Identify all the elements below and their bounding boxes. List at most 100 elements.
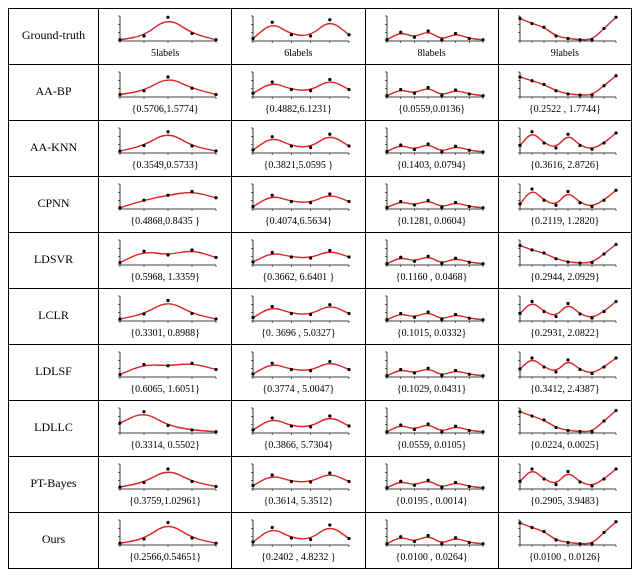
sparkline: [243, 517, 353, 551]
chart-cell: 5labels: [99, 9, 232, 65]
sparkline: [377, 125, 487, 159]
cell-caption: {0.3662, 6.6401 }: [262, 273, 334, 283]
sparkline: [110, 125, 220, 159]
sparkline: [377, 461, 487, 495]
sparkline: [510, 293, 620, 327]
cell-caption: {0.2944, 2.0929}: [530, 273, 600, 283]
chart-cell: {0.0100 , 0.0126}: [498, 513, 631, 569]
cell-caption: {0.0100 , 0.0264}: [396, 553, 468, 563]
sparkline: [243, 125, 353, 159]
cell-caption: {0.4882,6.1231}: [265, 105, 332, 115]
cell-caption: {0.2931, 2.0822}: [530, 329, 600, 339]
cell-caption: {0.3616, 2.8726}: [530, 161, 600, 171]
sparkline: [377, 349, 487, 383]
table-row: LDLSF {0.6065, 1.6051} {0.3774 , 5.0047}…: [9, 345, 632, 401]
sparkline: [110, 293, 220, 327]
sparkline: [110, 517, 220, 551]
sparkline: [243, 181, 353, 215]
cell-caption: {0.0559,0.0136}: [398, 105, 465, 115]
cell-caption: {0.1403, 0.0794}: [397, 161, 467, 171]
chart-cell: {0.3614, 5.3512}: [232, 457, 365, 513]
sparkline: [110, 461, 220, 495]
sparkline: [377, 517, 487, 551]
chart-cell: {0.0559,0.0136}: [365, 65, 498, 121]
row-header: LDLLC: [9, 401, 99, 457]
chart-cell: {0.1403, 0.0794}: [365, 121, 498, 177]
chart-cell: {0.5706,1.5774}: [99, 65, 232, 121]
cell-caption: {0.4868,0.8435 }: [130, 217, 200, 227]
table-row: AA-KNN {0.3549,0.5733} {0.3821,5.0595 } …: [9, 121, 632, 177]
chart-cell: {0.3866, 5.7304}: [232, 401, 365, 457]
cell-caption: {0.3301, 0.8988}: [130, 329, 200, 339]
cell-caption: {0.2119, 1.2820}: [530, 217, 599, 227]
chart-cell: {0.1029, 0.0431}: [365, 345, 498, 401]
chart-cell: {0.3412, 2.4387}: [498, 345, 631, 401]
chart-cell: {0.2402 , 4.8232 }: [232, 513, 365, 569]
chart-cell: {0.0559, 0.0105}: [365, 401, 498, 457]
row-header: Ground-truth: [9, 9, 99, 65]
row-header: LDSVR: [9, 233, 99, 289]
sparkline: [110, 405, 220, 439]
cell-caption: {0.6065, 1.6051}: [130, 385, 200, 395]
table-row: LDSVR {0.5968, 1.3359} {0.3662, 6.6401 }…: [9, 233, 632, 289]
cell-caption: {0.2566,0.54651}: [129, 553, 201, 563]
cell-caption: {0.1281, 0.0604}: [397, 217, 467, 227]
cell-caption: {0.0559, 0.0105}: [397, 441, 467, 451]
chart-cell: {0.5968, 1.3359}: [99, 233, 232, 289]
sparkline: [510, 461, 620, 495]
sparkline: [377, 237, 487, 271]
chart-cell: {0.3774 , 5.0047}: [232, 345, 365, 401]
table-row: Ours {0.2566,0.54651} {0.2402 , 4.8232 }…: [9, 513, 632, 569]
sparkline: [243, 293, 353, 327]
chart-cell: {0.6065, 1.6051}: [99, 345, 232, 401]
row-header: Ours: [9, 513, 99, 569]
cell-caption: {0.0195 , 0.0014}: [396, 497, 468, 507]
chart-cell: {0.1281, 0.0604}: [365, 177, 498, 233]
sparkline: [243, 13, 353, 47]
sparkline: [510, 181, 620, 215]
sparkline: [110, 349, 220, 383]
table-row: LCLR {0.3301, 0.8988} {0. 3696 , 5.0327}…: [9, 289, 632, 345]
sparkline: [377, 13, 487, 47]
row-header: CPNN: [9, 177, 99, 233]
chart-cell: {0.2944, 2.0929}: [498, 233, 631, 289]
sparkline: [510, 349, 620, 383]
row-header: AA-KNN: [9, 121, 99, 177]
sparkline: [110, 237, 220, 271]
chart-cell: 8labels: [365, 9, 498, 65]
chart-cell: 9labels: [498, 9, 631, 65]
sparkline: [377, 293, 487, 327]
chart-cell: 6labels: [232, 9, 365, 65]
chart-cell: {0.0195 , 0.0014}: [365, 457, 498, 513]
chart-cell: {0.3759,1.02961}: [99, 457, 232, 513]
chart-cell: {0.2566,0.54651}: [99, 513, 232, 569]
chart-cell: {0.4074,6.5634}: [232, 177, 365, 233]
cell-caption: {0.2402 , 4.8232 }: [261, 553, 336, 563]
chart-cell: {0.3821,5.0595 }: [232, 121, 365, 177]
sparkline: [110, 13, 220, 47]
cell-caption: {0.3774 , 5.0047}: [262, 385, 334, 395]
sparkline: [377, 69, 487, 103]
sparkline: [110, 69, 220, 103]
chart-cell: {0.2931, 2.0822}: [498, 289, 631, 345]
cell-caption: 5labels: [151, 49, 179, 59]
table-row: Ground-truth 5labels 6labels 8labels 9la…: [9, 9, 632, 65]
chart-cell: {0.4882,6.1231}: [232, 65, 365, 121]
cell-caption: {0.0224, 0.0025}: [530, 441, 600, 451]
cell-caption: {0.3759,1.02961}: [129, 497, 201, 507]
cell-caption: {0.0100 , 0.0126}: [529, 553, 601, 563]
cell-caption: {0.1015, 0.0332}: [397, 329, 467, 339]
chart-cell: {0.2119, 1.2820}: [498, 177, 631, 233]
chart-cell: {0.2522 , 1.7744}: [498, 65, 631, 121]
sparkline: [243, 405, 353, 439]
sparkline: [377, 405, 487, 439]
cell-caption: {0.1160 , 0.0468}: [396, 273, 468, 283]
cell-caption: 6labels: [284, 49, 312, 59]
cell-caption: {0.1029, 0.0431}: [397, 385, 467, 395]
table-row: PT-Bayes {0.3759,1.02961} {0.3614, 5.351…: [9, 457, 632, 513]
chart-cell: {0.0100 , 0.0264}: [365, 513, 498, 569]
sparkline: [510, 237, 620, 271]
chart-cell: {0. 3696 , 5.0327}: [232, 289, 365, 345]
row-header: AA-BP: [9, 65, 99, 121]
cell-caption: {0.3866, 5.7304}: [264, 441, 334, 451]
